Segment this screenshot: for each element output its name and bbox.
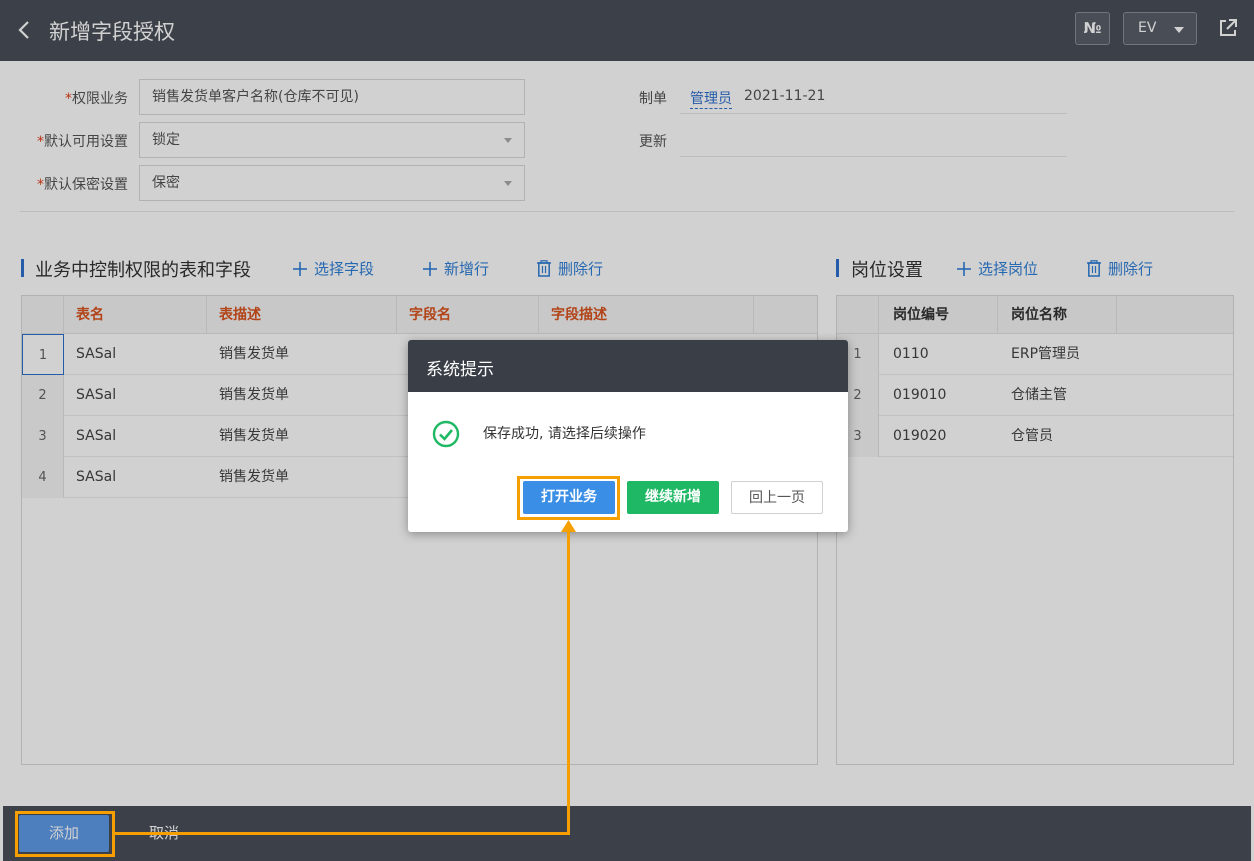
system-prompt-dialog: 系统提示 保存成功, 请选择后续操作 打开业务 继续新增 回上一页 xyxy=(408,340,848,532)
check-circle-icon xyxy=(432,420,460,448)
continue-add-button[interactable]: 继续新增 xyxy=(627,481,719,514)
annotation-connector-horizontal xyxy=(115,832,570,835)
arrow-up-icon xyxy=(561,520,576,532)
dialog-title: 系统提示 xyxy=(426,360,494,380)
dialog-message: 保存成功, 请选择后续操作 xyxy=(483,426,646,442)
dialog-header: 系统提示 xyxy=(408,340,848,392)
highlight-add-button xyxy=(15,811,115,857)
annotation-connector-vertical xyxy=(567,530,570,835)
highlight-open-business xyxy=(517,476,620,520)
back-previous-button[interactable]: 回上一页 xyxy=(731,481,823,514)
